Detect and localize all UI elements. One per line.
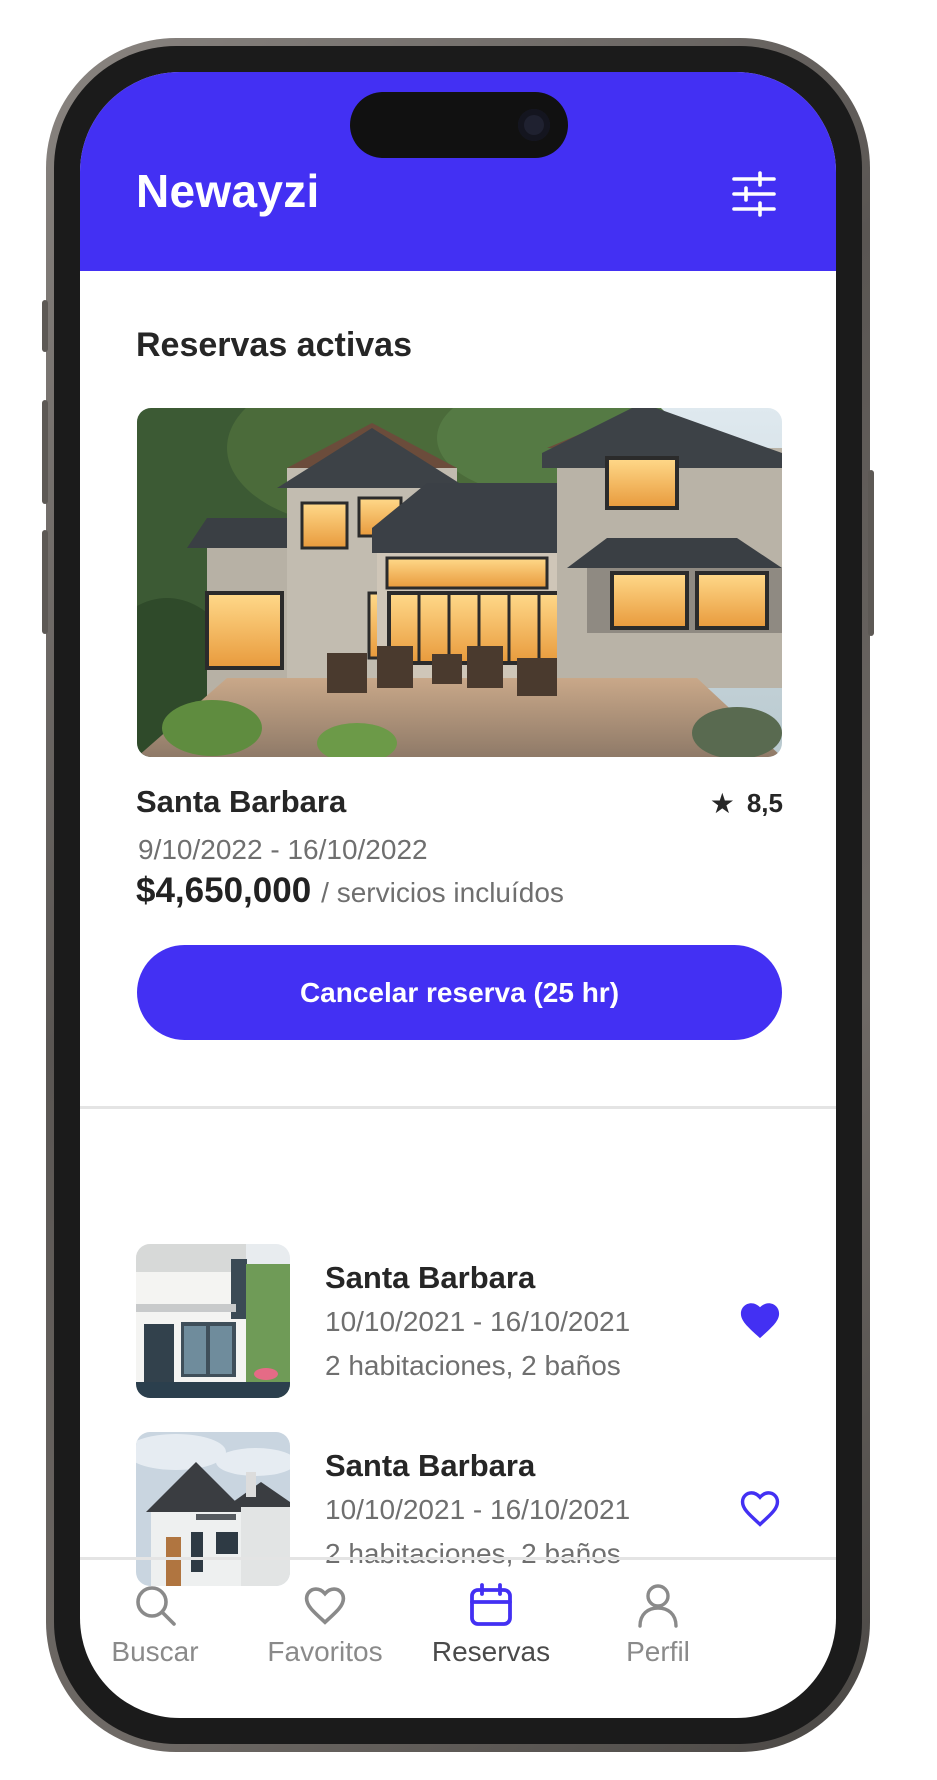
item-name: Santa Barbara xyxy=(325,1260,536,1295)
house-photo xyxy=(137,408,782,757)
heart-outline-icon xyxy=(740,1491,780,1527)
favorite-button[interactable] xyxy=(738,1488,782,1528)
nav-label: Favoritos xyxy=(267,1636,383,1667)
item-name: Santa Barbara xyxy=(325,1448,536,1483)
cancel-reservation-button[interactable]: Cancelar reserva (25 hr) xyxy=(137,945,782,1040)
nav-label: Buscar xyxy=(111,1636,199,1667)
filter-button[interactable] xyxy=(730,170,778,218)
heart-icon xyxy=(304,1587,346,1625)
heart-filled-icon xyxy=(740,1303,780,1339)
rating-value: 8,5 xyxy=(746,788,783,818)
power-button xyxy=(868,470,874,636)
nav-item-favoritos[interactable]: Favoritos xyxy=(250,1582,400,1682)
item-dates: 10/10/2021 - 16/10/2021 xyxy=(325,1494,631,1525)
list-item[interactable]: Santa Barbara 10/10/2021 - 16/10/2021 2 … xyxy=(80,1244,836,1398)
list-item[interactable]: Santa Barbara 10/10/2021 - 16/10/2021 2 … xyxy=(80,1432,836,1586)
mute-switch xyxy=(42,300,48,352)
app-title: Newayzi xyxy=(136,165,320,217)
listing-name: Santa Barbara xyxy=(136,784,347,819)
listing-thumbnail xyxy=(136,1244,290,1398)
listing-rating: ★ 8,5 xyxy=(710,788,783,819)
gabled-house-photo xyxy=(136,1432,290,1586)
listing-price: $4,650,000 xyxy=(136,871,312,910)
volume-up-button xyxy=(42,400,48,504)
modern-house-photo xyxy=(136,1244,290,1398)
nav-item-perfil[interactable]: Perfil xyxy=(583,1582,733,1682)
nav-label: Reservas xyxy=(431,1636,551,1667)
item-rooms: 2 habitaciones, 2 baños xyxy=(325,1538,621,1569)
app-header: Newayzi xyxy=(80,72,836,271)
section-title: Reservas activas xyxy=(136,326,413,364)
calendar-icon xyxy=(470,1583,512,1626)
volume-down-button xyxy=(42,530,48,634)
item-dates: 10/10/2021 - 16/10/2021 xyxy=(325,1306,631,1337)
app-screen: Newayzi Reservas activas Santa Barbara ★… xyxy=(80,72,836,1718)
favorite-button[interactable] xyxy=(738,1300,782,1340)
item-rooms: 2 habitaciones, 2 baños xyxy=(325,1350,621,1381)
listing-thumbnail xyxy=(136,1432,290,1586)
search-icon xyxy=(136,1586,176,1626)
listing-dates: 9/10/2022 - 16/10/2022 xyxy=(138,834,428,865)
star-icon: ★ xyxy=(709,787,735,819)
nav-item-buscar[interactable]: Buscar xyxy=(80,1582,230,1682)
listing-price-line: $4,650,000 / servicios incluídos xyxy=(136,871,564,911)
nav-divider xyxy=(80,1557,836,1560)
nav-label: Perfil xyxy=(626,1636,690,1667)
nav-item-reservas[interactable]: Reservas xyxy=(416,1582,566,1682)
dynamic-island xyxy=(350,92,568,158)
front-camera-icon xyxy=(518,109,550,141)
listing-hero-image[interactable] xyxy=(137,408,782,757)
sliders-icon xyxy=(732,171,776,217)
price-note: / servicios incluídos xyxy=(321,877,564,908)
user-icon xyxy=(638,1584,678,1628)
section-divider xyxy=(80,1106,836,1109)
